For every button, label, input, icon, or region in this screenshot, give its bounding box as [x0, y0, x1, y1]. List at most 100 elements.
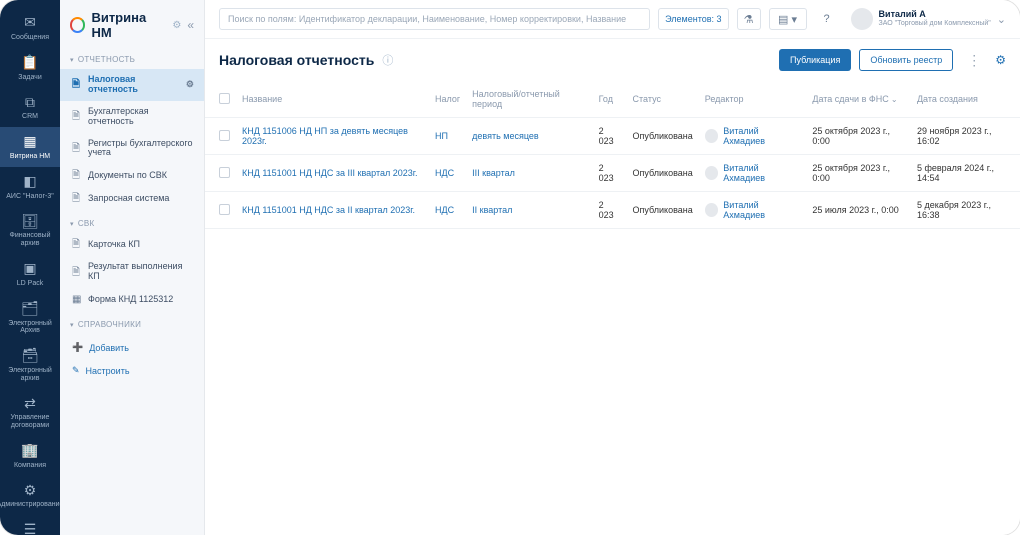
filter-icon[interactable]: ⚗ [737, 8, 761, 30]
rail-item-1[interactable]: 📋Задачи [0, 48, 60, 88]
sidebar-item-0-1[interactable]: 🗎 Бухгалтерская отчетность [60, 101, 204, 133]
col-4[interactable]: Год [593, 81, 627, 118]
publish-button[interactable]: Публикация [779, 49, 851, 71]
module-title: Витрина НМ [91, 10, 166, 40]
group-head-1[interactable]: СВК [60, 214, 204, 233]
action-label: Настроить [86, 366, 130, 376]
col-7[interactable]: Дата сдачи в ФНС [806, 81, 911, 118]
action-label: Добавить [89, 343, 129, 353]
editor-cell[interactable]: Виталий Ахмадиев [705, 126, 801, 146]
sidebar-item-0-4[interactable]: 🗎Запросная система [60, 187, 204, 210]
rail-item-10[interactable]: 🏢Компания [0, 436, 60, 476]
row-checkbox[interactable] [219, 204, 230, 215]
sidebar-item-label: Карточка КП [88, 240, 140, 250]
report-name-link[interactable]: КНД 1151006 НД НП за девять месяцев 2023… [242, 126, 408, 146]
doc-icon: 🗎 [72, 143, 82, 154]
report-name-link[interactable]: КНД 1151001 НД НДС за III квартал 2023г. [242, 168, 417, 178]
settings-icon[interactable]: ⚙ [995, 53, 1006, 67]
year-cell: 2 023 [593, 118, 627, 155]
rail-label: LD Pack [17, 280, 43, 288]
tax-link[interactable]: НДС [435, 205, 454, 215]
group-head-2[interactable]: СПРАВОЧНИКИ [60, 315, 204, 334]
info-icon[interactable]: ⓘ [382, 52, 393, 68]
sidebar-item-0-0[interactable]: 🗎Налоговая отчетность⚙ [60, 69, 204, 101]
elements-count[interactable]: Элементов: 3 [658, 8, 728, 30]
period-link[interactable]: девять месяцев [472, 131, 539, 141]
refresh-button[interactable]: Обновить реестр [859, 49, 953, 71]
row-checkbox[interactable] [219, 167, 230, 178]
doc-icon: 🗎 [72, 193, 82, 204]
view-mode-button[interactable]: ▤ ▾ [769, 8, 807, 30]
sidebar-action-1[interactable]: ✎Настроить [60, 359, 204, 382]
created-date-cell: 5 декабря 2023 г., 16:38 [911, 192, 1020, 229]
gear-icon[interactable]: ⚙ [186, 80, 194, 90]
rail-icon: ⇄ [21, 394, 39, 412]
sidebar-action-0[interactable]: ➕Добавить [60, 336, 204, 359]
page-header: Налоговая отчетность ⓘ Публикация Обнови… [205, 39, 1020, 81]
editor-cell[interactable]: Виталий Ахмадиев [705, 200, 801, 220]
status-cell: Опубликована [627, 155, 699, 192]
doc-icon: ▦ [72, 294, 82, 305]
col-1[interactable]: Название [236, 81, 429, 118]
sidebar-header: Витрина НМ ⚙ « [60, 0, 204, 48]
col-5[interactable]: Статус [627, 81, 699, 118]
rail-item-0[interactable]: ✉Сообщения [0, 8, 60, 48]
tax-link[interactable]: НП [435, 131, 448, 141]
sidebar-item-0-3[interactable]: 🗎Документы по СВК [60, 164, 204, 187]
row-checkbox[interactable] [219, 130, 230, 141]
collapse-sidebar-icon[interactable]: « [187, 18, 194, 32]
rail-item-12[interactable]: ☰Системные справочники [0, 515, 60, 535]
doc-icon: 🗎 [72, 111, 82, 122]
rail-item-2[interactable]: ⧉CRM [0, 87, 60, 127]
doc-icon: 🗎 [72, 267, 82, 278]
created-date-cell: 5 февраля 2024 г., 14:54 [911, 155, 1020, 192]
more-actions-icon[interactable]: ⋮ [961, 52, 987, 69]
rail-item-8[interactable]: 🗃Электронный архив [0, 341, 60, 388]
sidebar-item-1-2[interactable]: ▦ Форма КНД 1125312 [60, 288, 204, 311]
status-cell: Опубликована [627, 192, 699, 229]
user-menu[interactable]: Виталий А ЗАО "Торговый дом Комплексный"… [851, 8, 1006, 30]
doc-icon: 🗎 [72, 239, 82, 250]
select-all-checkbox[interactable] [219, 93, 230, 104]
rail-item-7[interactable]: 🗂Электронный Архив [0, 294, 60, 341]
sidebar-item-1-0[interactable]: 🗎 Карточка КП [60, 233, 204, 256]
col-8[interactable]: Дата создания [911, 81, 1020, 118]
col-3[interactable]: Налоговый/отчетный период [466, 81, 592, 118]
rail-label: Администрирование [0, 501, 63, 509]
rail-item-3[interactable]: ▦Витрина НМ [0, 127, 60, 167]
sidebar-item-label: Документы по СВК [88, 171, 167, 181]
search-input[interactable]: Поиск по полям: Идентификатор декларации… [219, 8, 650, 30]
col-6[interactable]: Редактор [699, 81, 807, 118]
sidebar-item-0-2[interactable]: 🗎Регистры бухгалтерского учета [60, 133, 204, 165]
rail-label: Витрина НМ [10, 153, 50, 161]
topbar: Поиск по полям: Идентификатор декларации… [205, 0, 1020, 39]
chevron-down-icon: ⌄ [997, 13, 1006, 26]
col-2[interactable]: Налог [429, 81, 466, 118]
rail-label: Управление договорами [2, 414, 58, 429]
period-link[interactable]: II квартал [472, 205, 512, 215]
editor-cell[interactable]: Виталий Ахмадиев [705, 163, 801, 183]
reports-table: НазваниеНалогНалоговый/отчетный периодГо… [205, 81, 1020, 229]
rail-item-5[interactable]: 🗄Финансовый архив [0, 206, 60, 253]
sidebar-item-label: Налоговая отчетность [88, 75, 180, 95]
sidebar-item-label: Бухгалтерская отчетность [88, 107, 194, 127]
help-icon[interactable]: ? [815, 8, 839, 30]
group-head-0[interactable]: ОТЧЕТНОСТЬ [60, 50, 204, 69]
rail-item-9[interactable]: ⇄ Управление договорами [0, 388, 60, 435]
rail-label: Компания [14, 462, 46, 470]
rail-label: Финансовый архив [2, 232, 58, 247]
table-row: КНД 1151001 НД НДС за III квартал 2023г.… [205, 155, 1020, 192]
period-link[interactable]: III квартал [472, 168, 515, 178]
module-gear-icon[interactable]: ⚙ [172, 20, 181, 31]
sidebar-item-1-1[interactable]: 🗎Результат выполнения КП [60, 256, 204, 288]
tax-link[interactable]: НДС [435, 168, 454, 178]
rail-icon: 📋 [21, 54, 39, 72]
logo-icon [70, 17, 85, 33]
col-0[interactable] [205, 81, 236, 118]
rail-item-6[interactable]: ▣LD Pack [0, 254, 60, 294]
rail-item-4[interactable]: ◧АИС "Налог-3" [0, 167, 60, 207]
report-name-link[interactable]: КНД 1151001 НД НДС за II квартал 2023г. [242, 205, 415, 215]
rail-icon: ◧ [21, 173, 39, 191]
rail-item-11[interactable]: ⚙Администрирование [0, 475, 60, 515]
sidebar-item-label: Форма КНД 1125312 [88, 295, 173, 305]
